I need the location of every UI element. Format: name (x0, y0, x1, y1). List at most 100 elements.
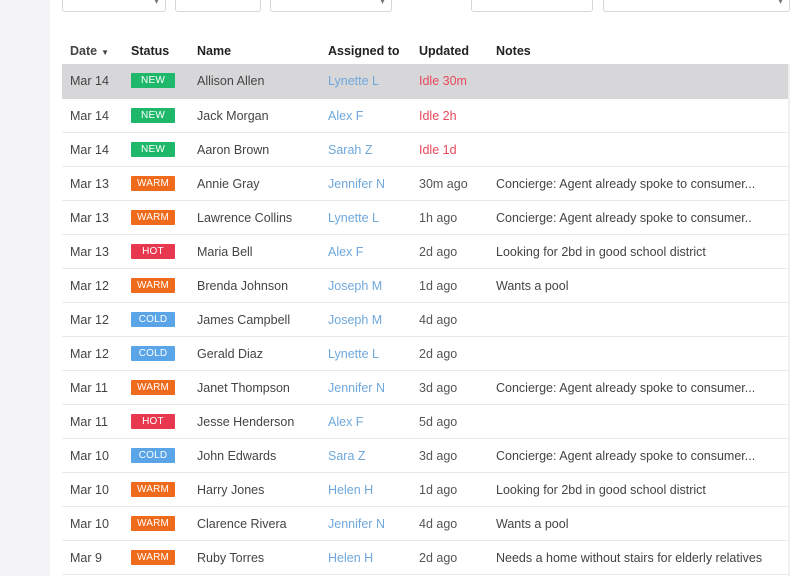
row-assigned-link[interactable]: Jennifer N (328, 177, 385, 191)
row-date: Mar 11 (70, 381, 108, 395)
table-header: Date ▼ Status Name Assigned to Updated No… (62, 38, 788, 64)
row-assigned-link[interactable]: Helen H (328, 483, 373, 497)
row-assigned-link[interactable]: Lynette L (328, 74, 379, 88)
table-row[interactable]: Mar 14 NEW Allison Allen Lynette L Idle 30m (62, 64, 788, 99)
table-row[interactable]: Mar 12 COLD Gerald Diaz Lynette L 2d ago (62, 337, 788, 371)
table-row[interactable]: Mar 13 HOT Maria Bell Alex F 2d ago Looking f… (62, 235, 788, 269)
row-name[interactable]: Aaron Brown (197, 143, 269, 157)
row-name[interactable]: Clarence Rivera (197, 517, 287, 531)
status-badge: NEW (131, 108, 175, 123)
row-assigned-link[interactable]: Helen H (328, 551, 373, 565)
filter-dropdown-2[interactable] (175, 0, 261, 12)
row-updated: Idle 2h (419, 109, 457, 123)
scrollbar[interactable] (788, 64, 790, 576)
row-date: Mar 13 (70, 177, 109, 191)
filter-bar: ▾ ▾ ▾ (62, 0, 792, 12)
column-header-name[interactable]: Name (197, 44, 231, 58)
table-row[interactable]: Mar 10 WARM Clarence Rivera Jennifer N 4d ag… (62, 507, 788, 541)
table-row[interactable]: Mar 14 NEW Jack Morgan Alex F Idle 2h (62, 99, 788, 133)
status-badge: NEW (131, 142, 175, 157)
row-name[interactable]: Brenda Johnson (197, 279, 288, 293)
row-name[interactable]: Janet Thompson (197, 381, 290, 395)
row-updated: 1d ago (419, 279, 458, 293)
row-notes: Concierge: Agent already spoke to consum… (496, 381, 756, 395)
row-name[interactable]: Lawrence Collins (197, 211, 292, 225)
row-updated: 1d ago (419, 483, 458, 497)
table-row[interactable]: Mar 9 WARM Ruby Torres Helen H 2d ago Needs a… (62, 541, 788, 575)
row-name[interactable]: Maria Bell (197, 245, 253, 259)
table-row[interactable]: Mar 12 COLD James Campbell Joseph M 4d ago (62, 303, 788, 337)
status-badge: HOT (131, 414, 175, 429)
table-row[interactable]: Mar 10 COLD John Edwards Sara Z 3d ago Concie… (62, 439, 788, 473)
row-notes: Concierge: Agent already spoke to consum… (496, 449, 756, 463)
table-row[interactable]: Mar 10 WARM Harry Jones Helen H 1d ago Lookin… (62, 473, 788, 507)
row-notes: Looking for 2bd in good school district (496, 483, 706, 497)
row-assigned-link[interactable]: Lynette L (328, 211, 379, 225)
table-row[interactable]: Mar 13 WARM Annie Gray Jennifer N 30m ago Con… (62, 167, 788, 201)
left-sidebar-strip (0, 0, 50, 576)
row-assigned-link[interactable]: Joseph M (328, 313, 382, 327)
row-assigned-link[interactable]: Jennifer N (328, 381, 385, 395)
row-date: Mar 12 (70, 347, 109, 361)
column-header-updated[interactable]: Updated (419, 44, 469, 58)
row-date: Mar 14 (70, 109, 109, 123)
row-notes: Needs a home without stairs for elderly … (496, 551, 763, 565)
status-badge: COLD (131, 312, 175, 327)
row-updated: 2d ago (419, 245, 458, 259)
chevron-down-icon: ▾ (777, 0, 783, 7)
row-notes: Looking for 2bd in good school district (496, 245, 706, 259)
filter-dropdown-3[interactable]: ▾ (270, 0, 392, 12)
filter-dropdown-5[interactable]: ▾ (603, 0, 790, 12)
filter-dropdown-1[interactable]: ▾ (62, 0, 166, 12)
row-name[interactable]: Annie Gray (197, 177, 260, 191)
row-updated: 3d ago (419, 449, 458, 463)
table-row[interactable]: Mar 11 WARM Janet Thompson Jennifer N 3d ago… (62, 371, 788, 405)
row-notes: Wants a pool (496, 517, 569, 531)
row-assigned-link[interactable]: Alex F (328, 109, 363, 123)
row-date: Mar 13 (70, 211, 109, 225)
status-badge: COLD (131, 448, 175, 463)
row-notes: Concierge: Agent already spoke to consum… (496, 211, 752, 225)
status-badge: WARM (131, 516, 175, 531)
row-updated: 4d ago (419, 517, 458, 531)
table-row[interactable]: Mar 14 NEW Aaron Brown Sarah Z Idle 1d (62, 133, 788, 167)
sort-down-icon: ▼ (101, 48, 110, 57)
row-updated: Idle 1d (419, 143, 457, 157)
row-assigned-link[interactable]: Sarah Z (328, 143, 372, 157)
status-badge: WARM (131, 380, 175, 395)
status-badge: WARM (131, 482, 175, 497)
row-date: Mar 12 (70, 279, 109, 293)
row-name[interactable]: John Edwards (197, 449, 276, 463)
status-badge: WARM (131, 176, 175, 191)
filter-dropdown-4[interactable] (471, 0, 593, 12)
column-header-date[interactable]: Date ▼ (70, 44, 109, 58)
row-assigned-link[interactable]: Sara Z (328, 449, 366, 463)
leads-table: Date ▼ Status Name Assigned to Updated No… (62, 38, 788, 575)
table-row[interactable]: Mar 13 WARM Lawrence Collins Lynette L 1h ag… (62, 201, 788, 235)
row-name[interactable]: Harry Jones (197, 483, 264, 497)
column-header-status[interactable]: Status (131, 44, 169, 58)
row-assigned-link[interactable]: Alex F (328, 245, 363, 259)
table-row[interactable]: Mar 11 HOT Jesse Henderson Alex F 5d ago (62, 405, 788, 439)
table-row[interactable]: Mar 12 WARM Brenda Johnson Joseph M 1d ago Wa… (62, 269, 788, 303)
row-assigned-link[interactable]: Alex F (328, 415, 363, 429)
row-assigned-link[interactable]: Joseph M (328, 279, 382, 293)
row-assigned-link[interactable]: Jennifer N (328, 517, 385, 531)
row-assigned-link[interactable]: Lynette L (328, 347, 379, 361)
row-updated: Idle 30m (419, 74, 467, 88)
row-updated: 3d ago (419, 381, 458, 395)
row-name[interactable]: Allison Allen (197, 74, 264, 88)
status-badge: WARM (131, 550, 175, 565)
row-name[interactable]: Jesse Henderson (197, 415, 294, 429)
chevron-down-icon: ▾ (379, 0, 385, 7)
row-date: Mar 10 (70, 483, 109, 497)
row-updated: 2d ago (419, 551, 458, 565)
row-name[interactable]: James Campbell (197, 313, 290, 327)
row-notes: Wants a pool (496, 279, 569, 293)
column-header-notes[interactable]: Notes (496, 44, 531, 58)
row-name[interactable]: Jack Morgan (197, 109, 269, 123)
row-name[interactable]: Ruby Torres (197, 551, 264, 565)
row-name[interactable]: Gerald Diaz (197, 347, 263, 361)
table-body: Mar 14 NEW Allison Allen Lynette L Idle 30m M… (62, 64, 788, 575)
column-header-assigned[interactable]: Assigned to (328, 44, 400, 58)
